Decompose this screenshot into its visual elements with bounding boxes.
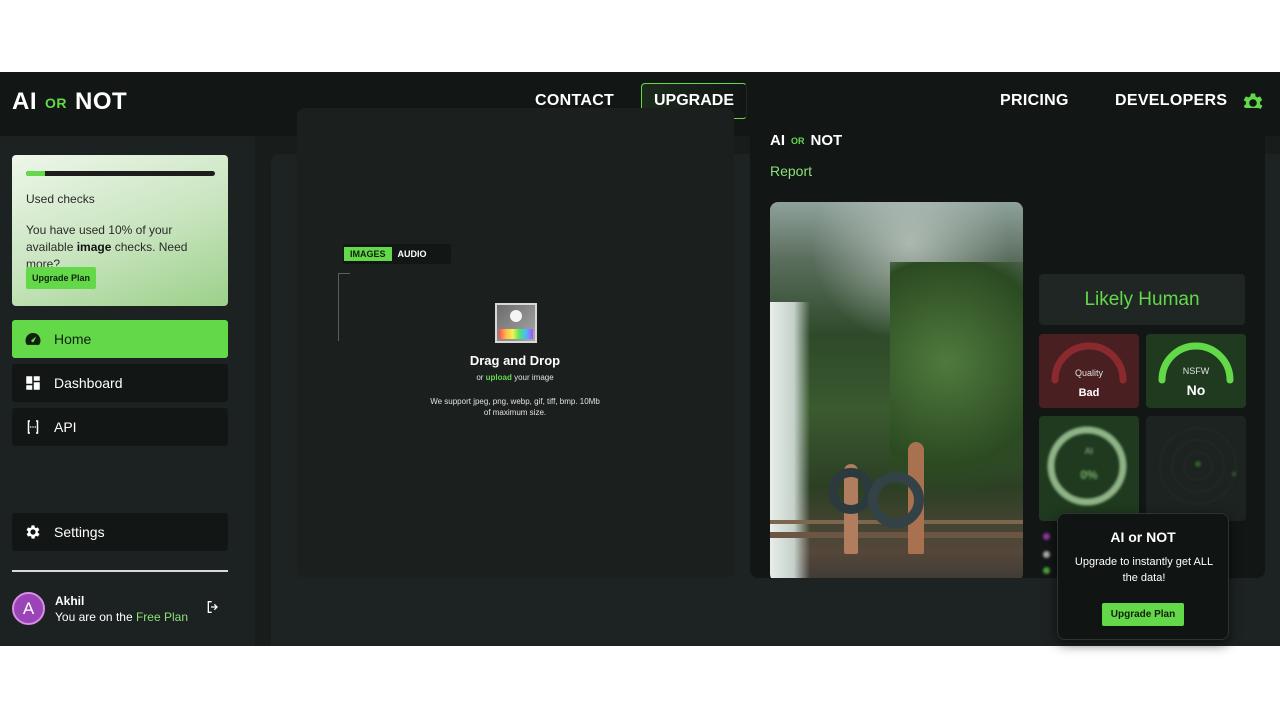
ai-score-gauge: AI 0%	[1039, 416, 1139, 521]
sidebar-item-label: API	[54, 419, 77, 435]
drop-subtitle: or upload your image	[430, 373, 600, 382]
report-logo-right: NOT	[810, 132, 843, 149]
sidebar-divider	[12, 570, 228, 572]
brand-mid: OR	[45, 95, 68, 111]
sidebar-item-label: Dashboard	[54, 375, 123, 391]
tab-audio[interactable]: AUDIO	[392, 247, 433, 261]
usage-text-bold: image	[76, 240, 112, 254]
report-logo: AI OR NOT	[770, 132, 842, 149]
ai-label: AI	[1084, 446, 1094, 456]
sidebar-item-label: Home	[54, 331, 92, 347]
tab-images[interactable]: IMAGES	[344, 247, 392, 261]
usage-progress-bar	[26, 171, 215, 176]
api-icon	[24, 418, 42, 436]
report-logo-mid: OR	[791, 136, 805, 146]
verdict-label: Likely Human	[1039, 274, 1245, 325]
upsell-upgrade-button[interactable]: Upgrade Plan	[1102, 603, 1184, 626]
usage-text: You have used 10% of your available imag…	[26, 222, 221, 273]
logout-icon[interactable]	[205, 599, 221, 615]
report-panel: AI OR NOT Report Likely Human Quality Ba…	[750, 108, 1265, 578]
report-logo-left: AI	[770, 132, 785, 149]
user-plan-name[interactable]: Free Plan	[136, 610, 188, 624]
quality-label: Quality	[1074, 368, 1103, 378]
sidebar-item-api[interactable]: API	[12, 408, 228, 446]
brand-logo[interactable]: AI OR NOT	[12, 88, 127, 116]
gauge-icon	[24, 330, 42, 348]
ai-value: 0%	[1080, 468, 1098, 482]
sidebar-item-dashboard[interactable]: Dashboard	[12, 364, 228, 402]
usage-title: Used checks	[26, 192, 95, 206]
avatar[interactable]: A	[12, 592, 45, 625]
dashboard-icon	[24, 374, 42, 392]
upsell-popup: AI or NOT Upgrade to instantly get ALL t…	[1057, 513, 1229, 640]
brand-right: NOT	[75, 88, 128, 115]
upsell-title: AI or NOT	[1110, 529, 1176, 545]
upgrade-plan-button[interactable]: Upgrade Plan	[26, 267, 96, 289]
media-tabs: IMAGES AUDIO	[343, 244, 451, 264]
gear-icon	[24, 523, 42, 541]
analyzed-photo	[770, 202, 1023, 578]
drop-sub-prefix: or	[476, 373, 486, 382]
sidebar-item-label: Settings	[54, 524, 105, 540]
upload-link[interactable]: upload	[486, 373, 512, 382]
sidebar-item-settings[interactable]: Settings	[12, 513, 228, 551]
image-placeholder-icon[interactable]	[495, 303, 537, 343]
user-plan-prefix: You are on the	[55, 610, 136, 624]
brand-left: AI	[12, 88, 37, 115]
nsfw-gauge: NSFW No	[1146, 334, 1246, 408]
sidebar: Used checks You have used 10% of your av…	[0, 136, 255, 646]
quality-value: Bad	[1078, 387, 1100, 399]
drop-zone-border	[338, 273, 350, 341]
supported-formats-note: We support jpeg, png, webp, gif, tiff, b…	[430, 397, 600, 417]
nsfw-value: No	[1186, 382, 1206, 398]
user-plan: You are on the Free Plan	[55, 610, 188, 624]
upsell-text: Upgrade to instantly get ALL the data!	[1074, 556, 1214, 584]
blurred-radar-chart	[1146, 416, 1246, 521]
sidebar-item-home[interactable]: Home	[12, 320, 228, 358]
report-title: Report	[770, 163, 813, 179]
upload-panel	[297, 108, 734, 578]
usage-card: Used checks You have used 10% of your av…	[12, 155, 228, 306]
user-name: Akhil	[55, 594, 85, 608]
quality-gauge: Quality Bad	[1039, 334, 1139, 408]
drop-title: Drag and Drop	[469, 353, 561, 368]
nsfw-label: NSFW	[1182, 366, 1210, 376]
usage-progress-fill	[26, 171, 45, 176]
drop-sub-suffix: your image	[511, 373, 554, 382]
